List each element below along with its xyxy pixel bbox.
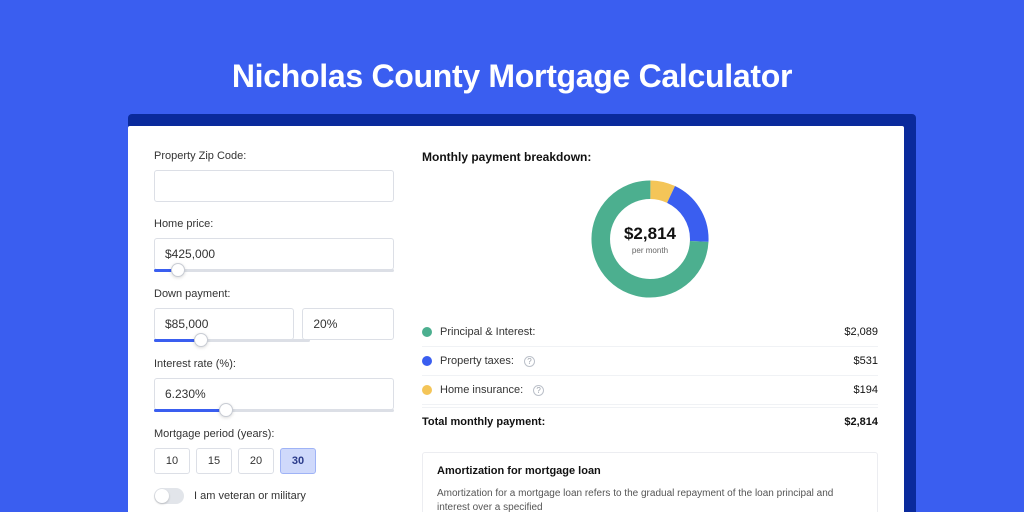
slider-thumb[interactable] [194,333,208,347]
amortization-title: Amortization for mortgage loan [437,465,863,477]
period-options: 10 15 20 30 [154,448,394,474]
veteran-label: I am veteran or military [194,490,306,502]
inputs-column: Property Zip Code: Home price: Down paym… [154,150,394,512]
interest-slider[interactable] [154,409,394,412]
veteran-toggle[interactable] [154,488,184,504]
legend-value: $531 [854,355,878,367]
legend-row-principal: Principal & Interest: $2,089 [422,318,878,347]
down-payment-slider[interactable] [154,339,310,342]
slider-thumb[interactable] [171,263,185,277]
down-payment-pct-input[interactable] [302,308,394,340]
legend-label: Principal & Interest: [440,326,535,338]
legend-dot-icon [422,327,432,337]
breakdown-column: Monthly payment breakdown: $2,814 per mo… [422,150,878,512]
legend-row-insurance: Home insurance: ? $194 [422,376,878,405]
veteran-row: I am veteran or military [154,488,394,504]
calculator-card: Property Zip Code: Home price: Down paym… [128,126,904,512]
legend-row-taxes: Property taxes: ? $531 [422,347,878,376]
zip-field: Property Zip Code: [154,150,394,202]
zip-input[interactable] [154,170,394,202]
interest-input[interactable] [154,378,394,410]
home-price-slider[interactable] [154,269,394,272]
info-icon[interactable]: ? [524,356,535,367]
legend-dot-icon [422,385,432,395]
donut-center-sub: per month [632,246,668,255]
total-row: Total monthly payment: $2,814 [422,407,878,440]
period-btn-10[interactable]: 10 [154,448,190,474]
period-btn-15[interactable]: 15 [196,448,232,474]
legend-value: $194 [854,384,878,396]
home-price-input[interactable] [154,238,394,270]
legend-label: Property taxes: [440,355,514,367]
home-price-label: Home price: [154,218,394,230]
total-value: $2,814 [844,416,878,428]
info-icon[interactable]: ? [533,385,544,396]
period-field: Mortgage period (years): 10 15 20 30 [154,428,394,474]
zip-label: Property Zip Code: [154,150,394,162]
period-btn-20[interactable]: 20 [238,448,274,474]
down-payment-amount-input[interactable] [154,308,294,340]
page-title: Nicholas County Mortgage Calculator [0,0,1024,95]
home-price-field: Home price: [154,218,394,272]
donut-chart: $2,814 per month [422,174,878,304]
amortization-section: Amortization for mortgage loan Amortizat… [422,452,878,512]
legend-dot-icon [422,356,432,366]
breakdown-title: Monthly payment breakdown: [422,150,878,164]
period-label: Mortgage period (years): [154,428,394,440]
slider-fill [154,409,226,412]
period-btn-30[interactable]: 30 [280,448,316,474]
down-payment-label: Down payment: [154,288,394,300]
donut-center-value: $2,814 [624,224,677,243]
legend-label: Home insurance: [440,384,523,396]
total-label: Total monthly payment: [422,416,545,428]
toggle-knob [155,489,169,503]
legend-value: $2,089 [844,326,878,338]
down-payment-field: Down payment: [154,288,394,342]
interest-label: Interest rate (%): [154,358,394,370]
slider-thumb[interactable] [219,403,233,417]
interest-field: Interest rate (%): [154,358,394,412]
amortization-body: Amortization for a mortgage loan refers … [437,487,863,512]
